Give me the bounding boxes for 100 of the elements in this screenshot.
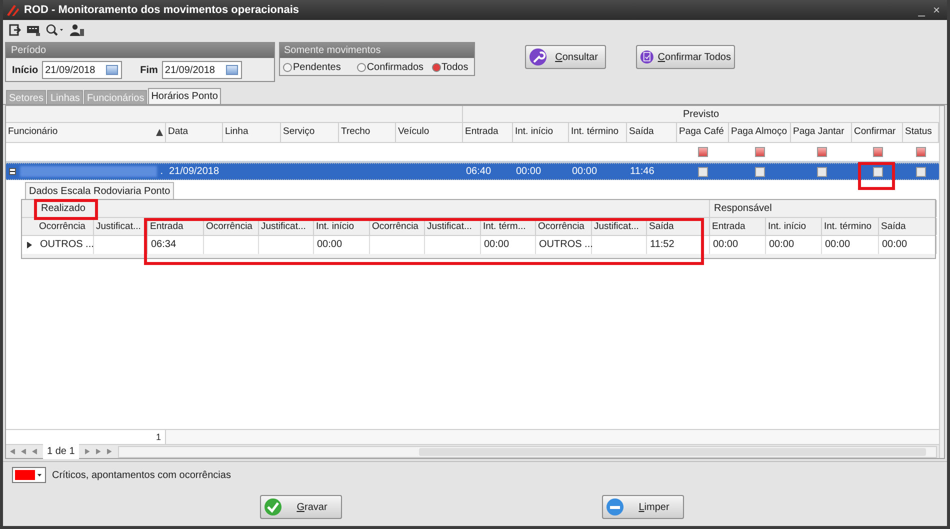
page-indicator: 1 de 1: [43, 444, 79, 459]
vertical-scrollbar[interactable]: [939, 106, 944, 458]
column-header[interactable]: Trecho: [339, 123, 396, 142]
filter-icon[interactable]: [872, 147, 882, 157]
filter-icon[interactable]: [698, 147, 708, 157]
confirm-all-button[interactable]: Confirmar Todos: [636, 45, 735, 69]
column-header[interactable]: Int. término: [822, 218, 879, 235]
column-header[interactable]: Ocorrência: [370, 218, 425, 235]
radio-option[interactable]: Confirmados: [356, 60, 424, 75]
column-header[interactable]: Justificat...: [592, 218, 647, 235]
exit-icon[interactable]: [9, 24, 21, 36]
column-header[interactable]: Justificat...: [425, 218, 481, 235]
column-header[interactable]: Int. início: [513, 123, 569, 142]
calendar-icon[interactable]: [226, 65, 238, 75]
consult-button[interactable]: Consultar: [525, 45, 606, 69]
column-header[interactable]: Int. início: [314, 218, 370, 235]
table-row[interactable]: . 21/09/2018 06:40 00:00 00:00 11:46: [6, 163, 939, 180]
column-header[interactable]: Saída: [647, 218, 710, 235]
table-cell: 11:52: [650, 239, 674, 250]
filter-icon[interactable]: [755, 147, 765, 157]
table-cell: 00:00: [317, 239, 342, 250]
column-group-header: Responsável: [714, 203, 772, 214]
last-page-icon[interactable]: [106, 448, 112, 454]
table-cell: 00:00: [484, 239, 510, 250]
checkbox[interactable]: [916, 166, 926, 176]
radio-option[interactable]: Todos: [432, 60, 468, 75]
color-picker[interactable]: [12, 467, 46, 483]
column-header[interactable]: Saída: [627, 123, 677, 142]
table-cell: 00:00: [882, 239, 908, 250]
column-header[interactable]: Entrada: [463, 123, 513, 142]
search-icon[interactable]: [46, 24, 64, 36]
column-header[interactable]: Ocorrência: [204, 218, 259, 235]
checkbox[interactable]: [816, 166, 826, 176]
annotation-box: [858, 162, 895, 190]
column-header[interactable]: Veículo: [396, 123, 463, 142]
column-header[interactable]: Paga Almoço: [729, 123, 791, 142]
column-header[interactable]: Linha: [223, 123, 281, 142]
close-button[interactable]: ×: [932, 3, 940, 17]
previous-page-icon[interactable]: [32, 448, 37, 454]
column-header[interactable]: Entrada: [148, 218, 204, 235]
checkbox[interactable]: [698, 166, 708, 176]
column-header[interactable]: Paga Jantar: [791, 123, 852, 142]
column-header[interactable]: Saída: [879, 218, 937, 235]
calendar-icon[interactable]: [106, 65, 118, 75]
field-label: Fim: [140, 64, 158, 78]
tab[interactable]: Horários Ponto: [148, 88, 221, 104]
check-icon: [264, 498, 282, 516]
keyboard-icon[interactable]: [27, 24, 40, 36]
panel-title: Período: [11, 45, 46, 56]
first-page-icon[interactable]: [10, 448, 15, 454]
horizontal-scrollbar[interactable]: [118, 446, 937, 458]
row-count-cell: 1: [6, 430, 166, 444]
minimize-button[interactable]: _: [918, 3, 925, 17]
minus-icon: [606, 498, 624, 516]
table-cell: 06:34: [151, 239, 176, 250]
column-header[interactable]: Paga Café: [677, 123, 729, 142]
user-icon[interactable]: [70, 24, 84, 36]
tab[interactable]: Dados Escala Rodoviaria Ponto: [25, 182, 174, 199]
table-cell-text: 06:40: [466, 165, 492, 179]
column-header[interactable]: Int. término: [569, 123, 627, 142]
checkbox[interactable]: [755, 166, 765, 176]
filter-icon[interactable]: [916, 147, 926, 157]
column-header[interactable]: Int. início: [766, 218, 822, 235]
column-header[interactable]: Justificat...: [94, 218, 148, 235]
table-cell: 00:00: [825, 239, 850, 250]
document-check-icon: [640, 48, 654, 66]
radio-option[interactable]: Pendentes: [283, 60, 341, 75]
column-header[interactable]: Int. térm...: [481, 218, 536, 235]
caret-icon[interactable]: [37, 474, 42, 476]
column-header[interactable]: Funcionário: [6, 123, 166, 142]
app-logo-icon: [6, 3, 20, 17]
column-header[interactable]: Confirmar: [852, 123, 903, 142]
table-cell-text: 21/09/2018: [169, 165, 220, 179]
date-field[interactable]: 21/09/2018: [162, 61, 242, 79]
column-header[interactable]: Data: [166, 123, 223, 142]
clear-button[interactable]: Limper: [602, 495, 684, 519]
column-header[interactable]: Ocorrência: [37, 218, 94, 235]
table-cell: OUTROS ...: [40, 239, 94, 250]
previous-page-group-icon[interactable]: [21, 448, 26, 454]
next-page-icon[interactable]: [84, 448, 90, 454]
annotation-box: [34, 199, 98, 220]
column-group-header: Previsto: [682, 108, 720, 122]
table-cell: 00:00: [713, 239, 738, 250]
column-header[interactable]: Justificat...: [259, 218, 314, 235]
table-cell-text: 11:46: [630, 165, 654, 179]
table-cell: OUTROS ...: [539, 239, 593, 250]
save-button[interactable]: Gravar: [260, 495, 342, 519]
table-cell-text: .: [160, 165, 163, 179]
column-header[interactable]: Serviço: [281, 123, 339, 142]
column-header[interactable]: Ocorrência: [536, 218, 592, 235]
next-page-group-icon[interactable]: [96, 448, 101, 454]
table-cell: 00:00: [769, 239, 794, 250]
column-header[interactable]: Entrada: [710, 218, 766, 235]
panel-title: Somente movimentos: [284, 45, 381, 56]
filter-icon[interactable]: [816, 147, 826, 157]
checkbox[interactable]: [872, 166, 882, 176]
collapse-icon[interactable]: [9, 168, 16, 175]
key-icon: [529, 48, 547, 66]
date-field[interactable]: 21/09/2018: [42, 61, 122, 79]
window-title: ROD - Monitoramento dos movimentos operacionais: [24, 2, 300, 18]
